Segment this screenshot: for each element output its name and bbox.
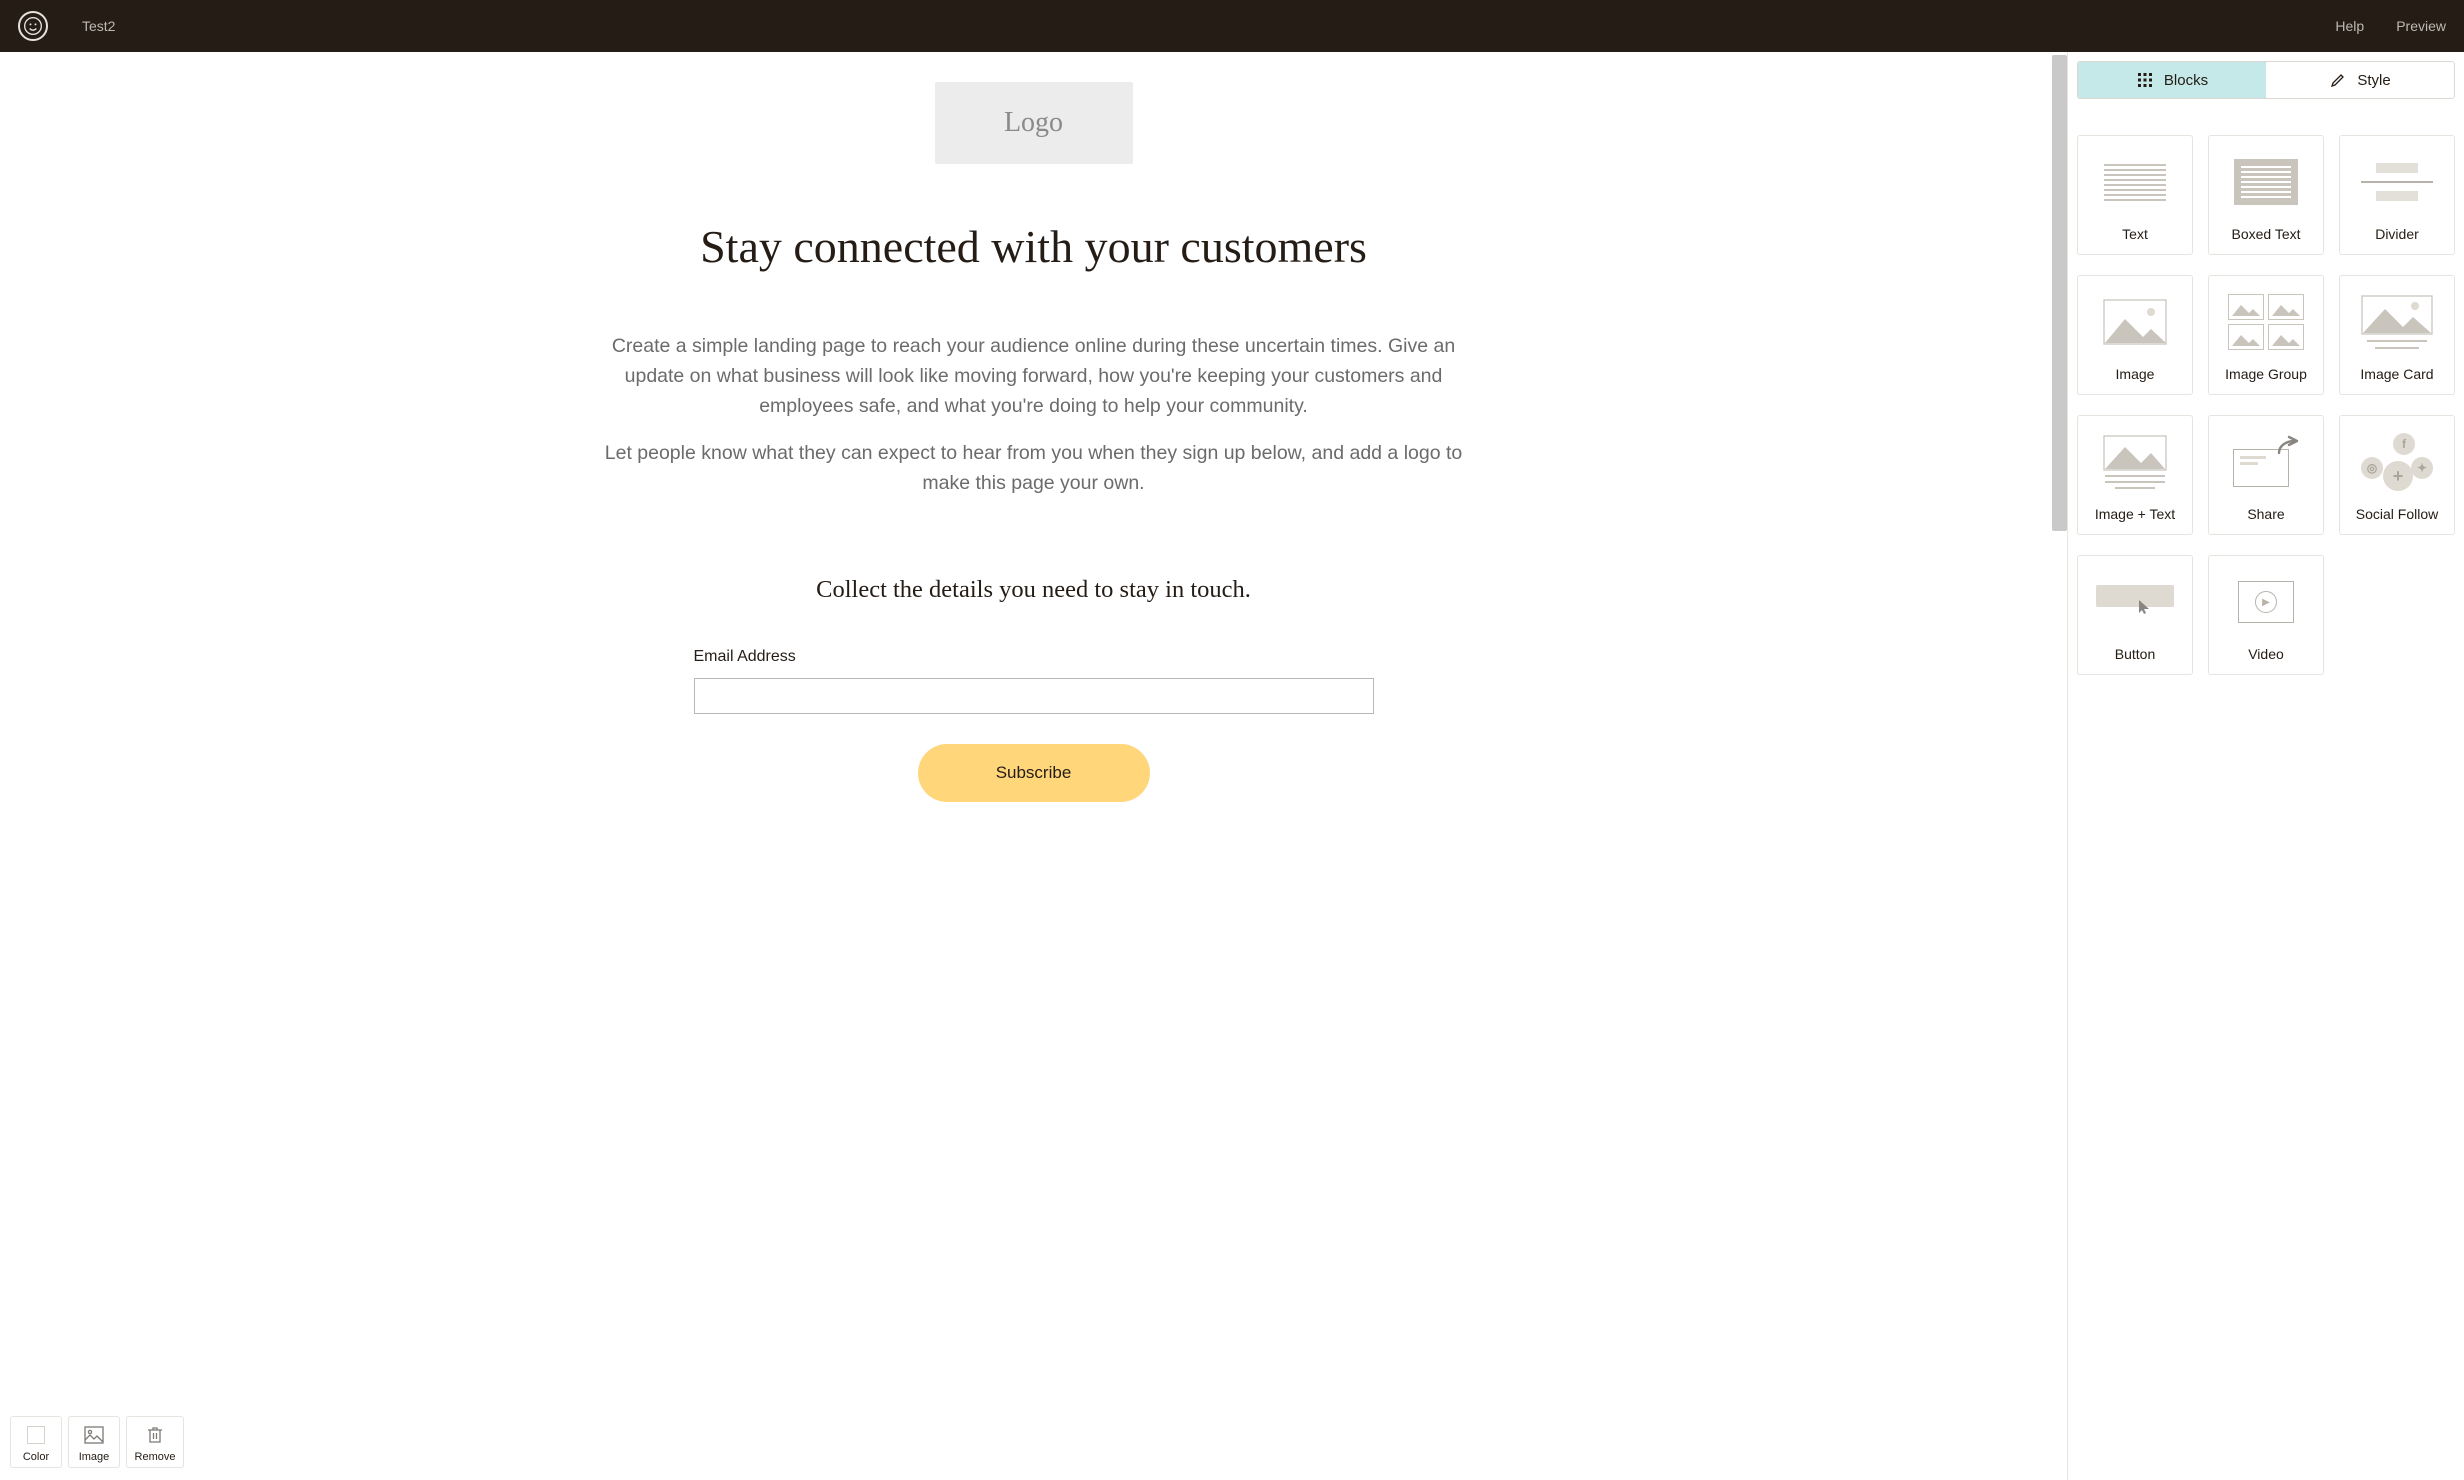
email-input[interactable]	[694, 678, 1374, 714]
tab-style-label: Style	[2357, 72, 2390, 89]
subscribe-button[interactable]: Subscribe	[918, 744, 1150, 802]
canvas[interactable]: Logo Stay connected with your customers …	[0, 52, 2067, 1480]
block-divider-label: Divider	[2375, 226, 2419, 242]
block-image-group[interactable]: Image Group	[2208, 275, 2324, 395]
block-image-label: Image	[2116, 366, 2155, 382]
toolbar-image-label: Image	[79, 1451, 110, 1463]
toolbar-color-label: Color	[23, 1451, 49, 1463]
image-preview-icon	[2084, 286, 2186, 358]
button-preview-icon	[2084, 566, 2186, 638]
social-follow-preview-icon: f ◎ ✦ +	[2346, 426, 2448, 498]
toolbar-remove-button[interactable]: Remove	[126, 1416, 184, 1468]
canvas-scrollbar[interactable]	[2052, 55, 2067, 531]
block-video-label: Video	[2248, 646, 2284, 662]
image-group-preview-icon	[2215, 286, 2317, 358]
blocks-grid-icon	[2136, 71, 2154, 89]
canvas-wrap: Logo Stay connected with your customers …	[0, 52, 2067, 1480]
sidebar-tabs: Blocks Style	[2077, 61, 2455, 99]
brand-logo-icon[interactable]	[18, 11, 48, 41]
block-social-follow-label: Social Follow	[2356, 506, 2438, 522]
tab-blocks[interactable]: Blocks	[2077, 61, 2267, 99]
workspace: Logo Stay connected with your customers …	[0, 52, 2464, 1480]
boxed-text-preview-icon	[2215, 146, 2317, 218]
floating-toolbar: Color Image Remove	[10, 1416, 184, 1468]
email-label: Email Address	[694, 648, 796, 666]
block-button[interactable]: Button	[2077, 555, 2193, 675]
top-bar: Test2 Help Preview	[0, 0, 2464, 52]
paintbrush-icon	[2329, 71, 2347, 89]
image-icon	[82, 1423, 106, 1447]
block-image-card-label: Image Card	[2360, 366, 2433, 382]
block-text[interactable]: Text	[2077, 135, 2193, 255]
block-image-group-label: Image Group	[2225, 366, 2307, 382]
share-preview-icon	[2215, 426, 2317, 498]
logo-placeholder[interactable]: Logo	[935, 82, 1133, 164]
block-image-text[interactable]: Image + Text	[2077, 415, 2193, 535]
block-share-label: Share	[2247, 506, 2284, 522]
divider-preview-icon	[2346, 146, 2448, 218]
color-swatch-icon	[24, 1423, 48, 1447]
signup-form[interactable]: Email Address Subscribe	[694, 648, 1374, 802]
block-image[interactable]: Image	[2077, 275, 2193, 395]
logo-placeholder-text: Logo	[1004, 107, 1063, 139]
blocks-grid: Text Boxed Text Divider Image	[2077, 135, 2455, 685]
block-image-text-label: Image + Text	[2095, 506, 2175, 522]
preview-link[interactable]: Preview	[2396, 18, 2446, 34]
body-text-block[interactable]: Create a simple landing page to reach yo…	[594, 331, 1474, 498]
toolbar-image-button[interactable]: Image	[68, 1416, 120, 1468]
block-boxed-text-label: Boxed Text	[2231, 226, 2300, 242]
image-card-preview-icon	[2346, 286, 2448, 358]
sub-headline[interactable]: Collect the details you need to stay in …	[816, 576, 1251, 604]
block-boxed-text[interactable]: Boxed Text	[2208, 135, 2324, 255]
sidebar: Blocks Style Text Boxed Text	[2067, 52, 2464, 1480]
video-preview-icon: ▶	[2215, 566, 2317, 638]
headline-text[interactable]: Stay connected with your customers	[700, 220, 1367, 273]
help-link[interactable]: Help	[2335, 18, 2364, 34]
block-share[interactable]: Share	[2208, 415, 2324, 535]
paragraph-2: Let people know what they can expect to …	[594, 438, 1474, 498]
text-preview-icon	[2084, 146, 2186, 218]
page-name[interactable]: Test2	[82, 18, 115, 34]
tab-blocks-label: Blocks	[2164, 72, 2208, 89]
trash-icon	[143, 1423, 167, 1447]
toolbar-color-button[interactable]: Color	[10, 1416, 62, 1468]
block-button-label: Button	[2115, 646, 2155, 662]
image-text-preview-icon	[2084, 426, 2186, 498]
block-video[interactable]: ▶ Video	[2208, 555, 2324, 675]
block-image-card[interactable]: Image Card	[2339, 275, 2455, 395]
block-divider[interactable]: Divider	[2339, 135, 2455, 255]
tab-style[interactable]: Style	[2266, 62, 2454, 98]
paragraph-1: Create a simple landing page to reach yo…	[594, 331, 1474, 422]
block-text-label: Text	[2122, 226, 2148, 242]
toolbar-remove-label: Remove	[135, 1451, 176, 1463]
block-social-follow[interactable]: f ◎ ✦ + Social Follow	[2339, 415, 2455, 535]
